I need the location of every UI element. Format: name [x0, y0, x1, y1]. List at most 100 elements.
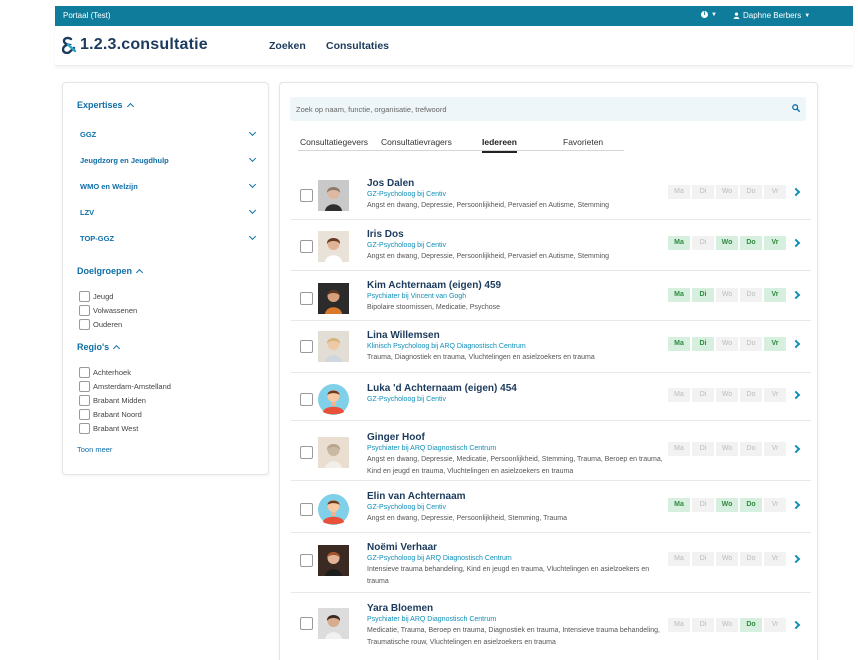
day-di: Di [692, 618, 714, 632]
tab-consultatievragers[interactable]: Consultatievragers [381, 137, 452, 147]
avatar [318, 437, 349, 468]
search-icon[interactable] [792, 104, 800, 112]
person-row[interactable]: Ginger Hoof Psychiater bij ARQ Diagnostis… [291, 421, 811, 481]
expertise-wmo[interactable]: WMO en Welzijn [80, 180, 257, 191]
nav-zoeken[interactable]: Zoeken [269, 40, 306, 52]
regio-brabant-midden[interactable]: Brabant Midden [79, 395, 146, 406]
tab-consultatiegevers[interactable]: Consultatiegevers [300, 137, 368, 147]
avatar [318, 384, 349, 415]
availability-days: Ma Di Wo Do Vr [668, 552, 786, 566]
person-tags: Medicatie, Trauma, Beroep en trauma, Dia… [367, 627, 660, 646]
chevron-down-icon [248, 206, 257, 215]
expertise-lzv[interactable]: LZV [80, 206, 257, 217]
regios-toggle[interactable]: Regio's [77, 342, 121, 353]
person-row[interactable]: Noëmi Verhaar GZ-Psycholoog bij ARQ Diagn… [291, 533, 811, 593]
checkbox[interactable] [79, 423, 90, 434]
person-name[interactable]: Yara Bloemen [367, 603, 433, 614]
doelgroep-volwassenen[interactable]: Volwassenen [79, 305, 137, 316]
availability-days: Ma Di Wo Do Vr [668, 498, 786, 512]
regio-brabant-noord[interactable]: Brabant Noord [79, 409, 142, 420]
checkbox-label: Volwassenen [93, 306, 138, 315]
day-ma: Ma [668, 236, 690, 250]
results-panel: Consultatiegevers Consultatievragers Ied… [279, 82, 818, 660]
person-row[interactable]: Elin van Achternaam GZ-Psycholoog bij Cen… [291, 481, 811, 533]
person-tags: Intensieve trauma behandeling, Kind en j… [367, 566, 650, 585]
select-checkbox[interactable] [300, 240, 313, 253]
select-checkbox[interactable] [300, 554, 313, 567]
checkbox-label: Achterhoek [93, 368, 131, 377]
checkbox[interactable] [79, 409, 90, 420]
checkbox[interactable] [79, 319, 90, 330]
person-role: GZ-Psycholoog bij Centiv [367, 191, 446, 198]
expertise-jeugdzorg[interactable]: Jeugdzorg en Jeugdhulp [80, 154, 257, 165]
select-checkbox[interactable] [300, 446, 313, 459]
person-name[interactable]: Jos Dalen [367, 178, 414, 189]
person-row[interactable]: Jos Dalen GZ-Psycholoog bij Centiv Angst e… [291, 167, 811, 220]
person-row[interactable]: Yara Bloemen Psychiater bij ARQ Diagnosti… [291, 593, 811, 660]
search-input[interactable] [296, 102, 776, 116]
checkbox[interactable] [79, 395, 90, 406]
person-row[interactable]: Iris Dos GZ-Psycholoog bij Centiv Angst en… [291, 220, 811, 271]
select-checkbox[interactable] [300, 617, 313, 630]
caret-down-icon: ▼ [711, 11, 717, 18]
tab-bar: Consultatiegevers Consultatievragers Ied… [298, 135, 624, 153]
person-name[interactable]: Luka 'd Achternaam (eigen) 454 [367, 383, 517, 394]
logo[interactable]: 1.2.3.consultatie [62, 36, 208, 54]
day-di: Di [692, 337, 714, 351]
tab-iedereen[interactable]: Iedereen [482, 137, 517, 153]
person-role: Klinisch Psycholoog bij ARQ Diagnostisch… [367, 343, 526, 350]
select-checkbox[interactable] [300, 393, 313, 406]
person-name[interactable]: Noëmi Verhaar [367, 542, 437, 553]
checkbox[interactable] [79, 305, 90, 316]
chevron-right-icon[interactable] [791, 390, 801, 400]
select-checkbox[interactable] [300, 189, 313, 202]
doelgroepen-toggle[interactable]: Doelgroepen [77, 266, 144, 277]
availability-days: Ma Di Wo Do Vr [668, 236, 786, 250]
select-checkbox[interactable] [300, 503, 313, 516]
day-ma: Ma [668, 442, 690, 456]
regio-achterhoek[interactable]: Achterhoek [79, 367, 131, 378]
person-name[interactable]: Elin van Achternaam [367, 491, 466, 502]
avatar [318, 283, 349, 314]
day-ma: Ma [668, 388, 690, 402]
user-menu[interactable]: Daphne Berbers ▼ [733, 11, 810, 20]
chevron-right-icon[interactable] [791, 554, 801, 564]
day-wo: Wo [716, 618, 738, 632]
person-tags: Angst en dwang, Depressie, Persoonlijkhe… [367, 515, 567, 522]
toon-meer-link[interactable]: Toon meer [77, 445, 112, 454]
tab-favorieten[interactable]: Favorieten [563, 137, 603, 147]
select-checkbox[interactable] [300, 340, 313, 353]
chevron-right-icon[interactable] [791, 500, 801, 510]
chevron-right-icon[interactable] [791, 620, 801, 630]
checkbox[interactable] [79, 381, 90, 392]
checkbox[interactable] [79, 367, 90, 378]
doelgroep-jeugd[interactable]: Jeugd [79, 291, 113, 302]
expertise-ggz[interactable]: GGZ [80, 128, 257, 139]
person-row[interactable]: Luka 'd Achternaam (eigen) 454 GZ-Psychol… [291, 373, 811, 421]
chevron-right-icon[interactable] [791, 238, 801, 248]
doelgroep-ouderen[interactable]: Ouderen [79, 319, 122, 330]
expertise-top-ggz[interactable]: TOP-GGZ [80, 232, 257, 243]
person-name[interactable]: Lina Willemsen [367, 330, 440, 341]
select-checkbox[interactable] [300, 292, 313, 305]
person-row[interactable]: Lina Willemsen Klinisch Psycholoog bij AR… [291, 321, 811, 373]
chevron-right-icon[interactable] [791, 187, 801, 197]
person-name[interactable]: Kim Achternaam (eigen) 459 [367, 280, 501, 291]
day-vr: Vr [764, 236, 786, 250]
regio-amsterdam[interactable]: Amsterdam-Amstelland [79, 381, 171, 392]
regio-brabant-west[interactable]: Brabant West [79, 423, 138, 434]
chevron-right-icon[interactable] [791, 444, 801, 454]
info-menu[interactable]: i ▼ [701, 11, 717, 18]
person-name[interactable]: Iris Dos [367, 229, 404, 240]
chevron-right-icon[interactable] [791, 339, 801, 349]
person-name[interactable]: Ginger Hoof [367, 432, 425, 443]
user-name: Daphne Berbers [743, 11, 802, 20]
expertises-toggle[interactable]: Expertises [77, 100, 134, 111]
person-row[interactable]: Kim Achternaam (eigen) 459 Psychiater bij… [291, 271, 811, 321]
checkbox-label: Brabant Midden [93, 396, 146, 405]
chevron-right-icon[interactable] [791, 290, 801, 300]
avatar [318, 180, 349, 211]
checkbox[interactable] [79, 291, 90, 302]
avatar [318, 545, 349, 576]
nav-consultaties[interactable]: Consultaties [326, 40, 389, 52]
